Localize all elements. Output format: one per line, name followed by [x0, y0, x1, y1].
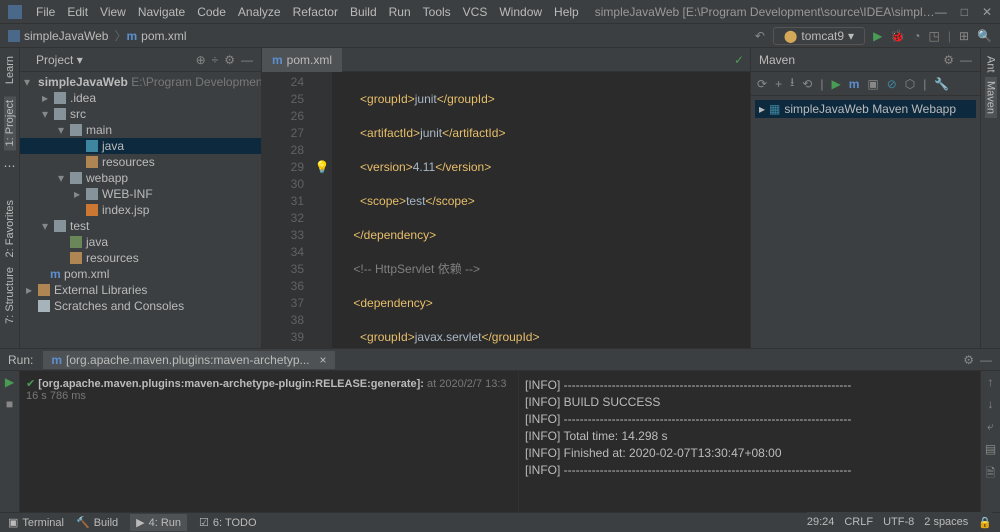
opts-icon[interactable]: ÷	[212, 53, 219, 67]
app-logo-icon	[8, 5, 22, 19]
run-tab[interactable]: m[org.apache.maven.plugins:maven-archety…	[43, 351, 334, 369]
tab-pom[interactable]: mpom.xml	[262, 48, 342, 72]
profile-icon[interactable]: ◳	[929, 29, 940, 43]
indent[interactable]: 2 spaces	[924, 516, 968, 528]
btab-build[interactable]: 🔨 Build	[76, 516, 118, 529]
maximize-icon[interactable]: □	[961, 5, 968, 19]
encoding[interactable]: UTF-8	[883, 516, 914, 528]
hide-icon[interactable]: —	[241, 53, 253, 67]
menu-refactor[interactable]: Refactor	[287, 5, 344, 19]
run-tool-window: Run: m[org.apache.maven.plugins:maven-ar…	[0, 348, 1000, 512]
menu-window[interactable]: Window	[493, 5, 548, 19]
menu-file[interactable]: File	[30, 5, 61, 19]
run-right-toolbar: ↑ ↓ ⤶ ▤ 🗎	[980, 371, 1000, 512]
stop-icon[interactable]: ■	[6, 397, 13, 411]
run-config-selector[interactable]: ⬤ tomcat9 ▾	[773, 27, 865, 45]
crumb-project[interactable]: simpleJavaWeb	[24, 29, 108, 43]
close-icon[interactable]: ✕	[982, 5, 992, 19]
m-icon[interactable]: m	[849, 77, 860, 91]
run-icon[interactable]: ▶	[831, 77, 840, 91]
run-config-label: tomcat9	[801, 29, 844, 43]
rail-favorites[interactable]: 2: Favorites	[4, 200, 16, 257]
caret-position[interactable]: 29:24	[807, 516, 835, 528]
collapse-icon[interactable]: ⊕	[196, 53, 206, 67]
lock-icon[interactable]: 🔒	[978, 516, 992, 529]
left-rail-lower: 2: Favorites 7: Structure	[0, 200, 20, 324]
m-icon: m	[127, 29, 138, 43]
gear-icon[interactable]: ⚙	[943, 53, 954, 67]
search-icon[interactable]: 🔍	[977, 29, 992, 43]
tomcat-icon: ⬤	[784, 29, 797, 43]
rail-learn[interactable]: Learn	[4, 52, 16, 88]
coverage-icon[interactable]: ◔	[913, 29, 920, 43]
dep-icon[interactable]: ⬡	[905, 77, 915, 91]
menu-view[interactable]: View	[94, 5, 132, 19]
title-bar: File Edit View Navigate Code Analyze Ref…	[0, 0, 1000, 24]
navigation-bar: simpleJavaWeb 〉 m pom.xml ↶ ⬤ tomcat9 ▾ …	[0, 24, 1000, 48]
project-label: Project ▾	[28, 53, 83, 67]
download-icon[interactable]: ⭳	[790, 73, 794, 94]
rail-project[interactable]: 1: Project	[4, 96, 16, 150]
rail-structure[interactable]: 7: Structure	[4, 267, 16, 324]
down-icon[interactable]: ↓	[988, 397, 994, 411]
prev-edit-icon[interactable]: ↶	[755, 29, 765, 43]
rerun-icon[interactable]: ▶	[5, 375, 14, 389]
project-icon	[8, 30, 20, 42]
maven-tree[interactable]: ▸▦simpleJavaWeb Maven Webapp	[751, 96, 980, 122]
plus-icon[interactable]: +	[775, 77, 782, 91]
wrap-icon[interactable]: ⤶	[987, 419, 994, 434]
window-title: simpleJavaWeb [E:\Program Development\so…	[595, 5, 935, 19]
line-ending[interactable]: CRLF	[844, 516, 873, 528]
run-left-toolbar: ▶ ■	[0, 371, 20, 512]
maven-project-row[interactable]: ▸▦simpleJavaWeb Maven Webapp	[755, 100, 976, 118]
menu-vcs[interactable]: VCS	[457, 5, 494, 19]
minimize-icon[interactable]: —	[935, 5, 947, 19]
btab-run[interactable]: ▶ 4: Run	[130, 514, 187, 531]
menu-tools[interactable]: Tools	[417, 5, 457, 19]
menu-build[interactable]: Build	[344, 5, 383, 19]
menu-code[interactable]: Code	[191, 5, 232, 19]
refresh-icon[interactable]: ⟳	[757, 77, 767, 91]
debug-button-icon[interactable]: 🐞	[890, 29, 905, 43]
menu-edit[interactable]: Edit	[61, 5, 94, 19]
sync-icon[interactable]: ⟲	[802, 77, 812, 91]
menu-navigate[interactable]: Navigate	[132, 5, 191, 19]
skip-icon[interactable]: ⊘	[887, 77, 897, 91]
up-icon[interactable]: ↑	[988, 375, 994, 389]
scroll-icon[interactable]: ▤	[985, 442, 996, 456]
run-header: Run: m[org.apache.maven.plugins:maven-ar…	[0, 349, 1000, 371]
menu-analyze[interactable]: Analyze	[232, 5, 287, 19]
run-button-icon[interactable]: ▶	[873, 29, 882, 43]
toggle-icon[interactable]: ▣	[867, 77, 878, 91]
run-console[interactable]: [INFO] ---------------------------------…	[518, 371, 980, 512]
btab-todo[interactable]: ☑ 6: TODO	[199, 516, 256, 529]
vcs-icon[interactable]: ⊞	[959, 29, 969, 43]
run-task-tree[interactable]: ✔ [org.apache.maven.plugins:maven-archet…	[20, 371, 518, 512]
print-icon[interactable]: 🗎	[986, 464, 996, 485]
wrench-icon[interactable]: 🔧	[934, 77, 949, 91]
check-icon: ✔	[26, 378, 35, 390]
menu-run[interactable]: Run	[383, 5, 417, 19]
chevron-down-icon: ▾	[848, 29, 854, 43]
gear-icon[interactable]: ⚙	[224, 53, 235, 67]
project-header: Project ▾ ⊕ ÷ ⚙ —	[20, 48, 261, 72]
crumb-file[interactable]: pom.xml	[141, 29, 186, 43]
hide-icon[interactable]: —	[960, 53, 972, 67]
bulb-icon: 💡	[312, 159, 332, 176]
maven-toolbar: ⟳ + ⭳ ⟲ | ▶ m ▣ ⊘ ⬡ | 🔧	[751, 72, 980, 96]
hide-icon[interactable]: —	[980, 353, 992, 367]
divider: ⋯	[4, 159, 16, 173]
run-label: Run:	[8, 353, 33, 367]
editor-tab-bar: mpom.xml ✓	[262, 48, 750, 72]
menu-help[interactable]: Help	[548, 5, 585, 19]
rail-maven[interactable]: Maven	[985, 77, 997, 118]
status-right-info: 29:24 CRLF UTF-8 2 spaces 🔒	[807, 512, 992, 532]
rail-ant[interactable]: Ant	[985, 52, 997, 77]
status-ok-icon: ✓	[728, 53, 750, 67]
btab-terminal[interactable]: ▣ Terminal	[8, 516, 64, 529]
maven-header: Maven ⚙ —	[751, 48, 980, 72]
gear-icon[interactable]: ⚙	[963, 353, 974, 367]
tree-java-main[interactable]: java	[20, 138, 261, 154]
